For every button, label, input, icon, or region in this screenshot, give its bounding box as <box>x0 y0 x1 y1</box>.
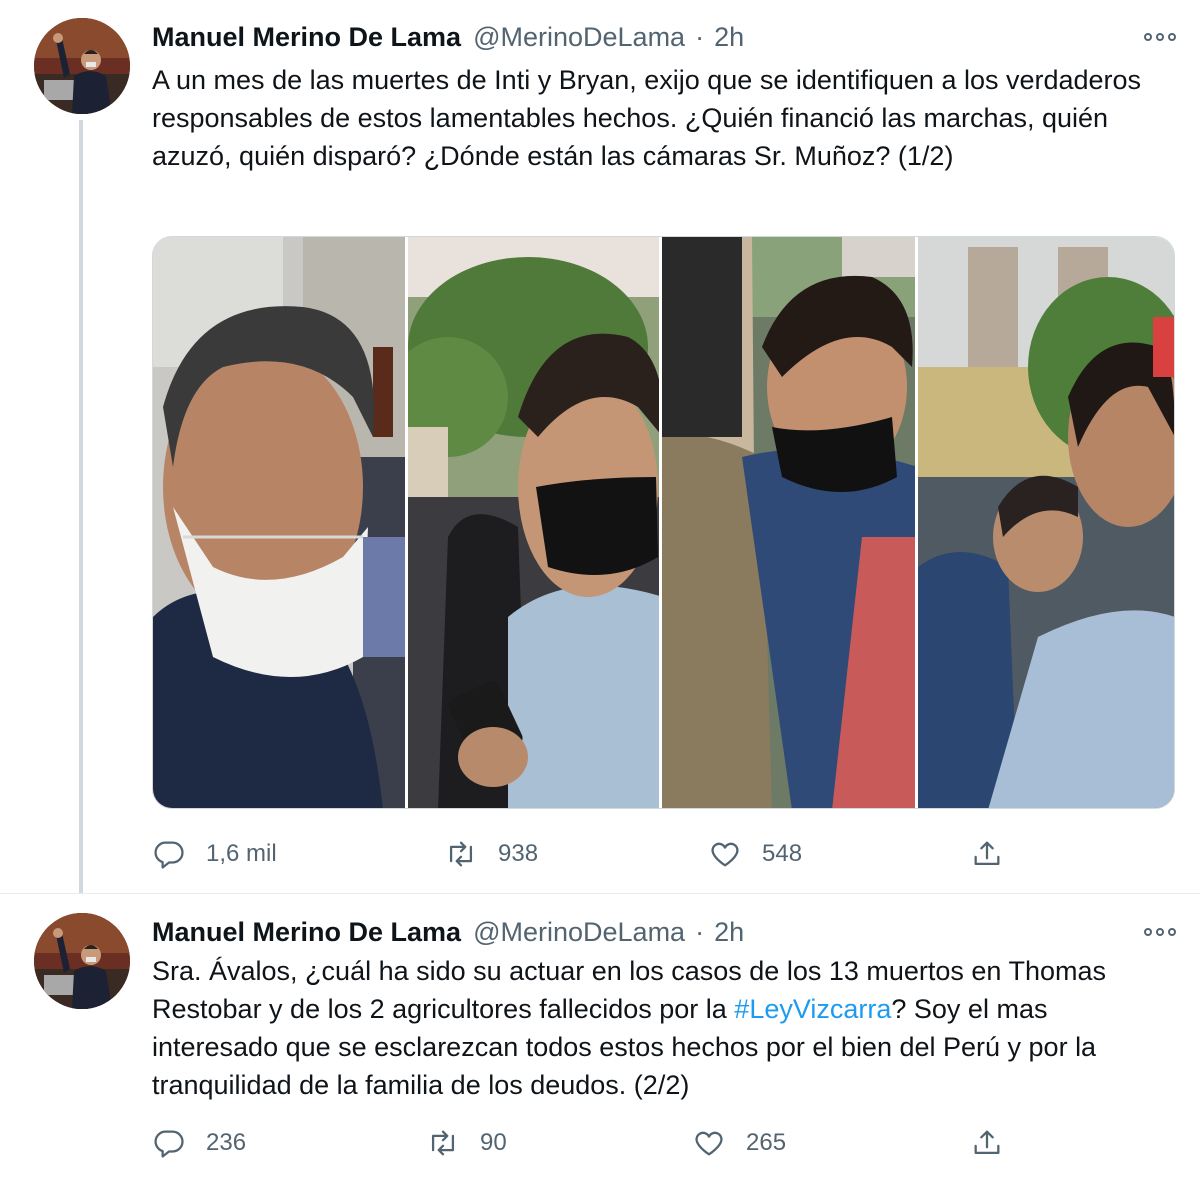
avatar-photo <box>34 18 130 114</box>
reply-button[interactable]: 1,6 mil <box>152 834 277 874</box>
reply-icon <box>154 841 184 869</box>
tweet-timestamp[interactable]: 2h <box>714 22 744 53</box>
reply-count: 236 <box>206 1129 247 1156</box>
thread-connector-line <box>79 120 83 893</box>
photo-man-white-mask <box>153 237 405 808</box>
media-photo-1[interactable] <box>153 237 408 808</box>
media-photo-2[interactable] <box>407 237 662 808</box>
share-button[interactable] <box>970 834 1004 874</box>
author-handle[interactable]: @MerinoDeLama <box>473 22 685 53</box>
tweet-2[interactable]: Manuel Merino De Lama @MerinoDeLama · 2h… <box>0 893 1200 1193</box>
tweet-actions: 236 90 265 <box>152 1123 1192 1163</box>
tweet-header: Manuel Merino De Lama @MerinoDeLama · 2h <box>152 22 744 56</box>
header-separator: · <box>695 22 705 52</box>
photo-man-black-mask <box>407 237 660 808</box>
retweet-button[interactable]: 938 <box>444 834 538 874</box>
tweet-media-grid[interactable] <box>152 236 1175 809</box>
retweet-button[interactable]: 90 <box>426 1123 507 1163</box>
photo-men-embrace <box>662 237 915 808</box>
share-button[interactable] <box>970 1123 1004 1163</box>
retweet-count: 938 <box>498 840 539 867</box>
tweet-actions: 1,6 mil 938 548 <box>152 834 1192 874</box>
like-count: 265 <box>746 1129 787 1156</box>
tweet-text: A un mes de las muertes de Inti y Bryan,… <box>152 65 1142 171</box>
media-photo-3[interactable] <box>662 237 918 808</box>
author-name[interactable]: Manuel Merino De Lama <box>152 22 461 53</box>
hashtag-link[interactable]: #LeyVizcarra <box>734 994 891 1024</box>
more-options-button[interactable] <box>1142 22 1178 52</box>
author-name[interactable]: Manuel Merino De Lama <box>152 917 461 948</box>
retweet-icon <box>449 841 473 867</box>
like-icon <box>695 1131 723 1156</box>
author-avatar[interactable] <box>34 913 130 1009</box>
like-button[interactable]: 548 <box>708 834 802 874</box>
avatar-photo <box>34 913 130 1009</box>
tweet-text: Sra. Ávalos, ¿cuál ha sido su actuar en … <box>152 952 1162 1104</box>
share-icon <box>974 841 1000 866</box>
author-handle[interactable]: @MerinoDeLama <box>473 917 685 948</box>
tweet-timestamp[interactable]: 2h <box>714 917 744 948</box>
reply-count: 1,6 mil <box>206 840 277 867</box>
like-count: 548 <box>762 840 803 867</box>
header-separator: · <box>695 917 705 947</box>
reply-button[interactable]: 236 <box>152 1123 246 1163</box>
media-photo-4[interactable] <box>917 237 1174 808</box>
like-button[interactable]: 265 <box>692 1123 786 1163</box>
tweet-1[interactable]: Manuel Merino De Lama @MerinoDeLama · 2h… <box>0 0 1200 893</box>
photo-plaza-crowd <box>917 237 1174 808</box>
retweet-count: 90 <box>480 1129 507 1156</box>
more-icon <box>1144 928 1176 936</box>
like-icon <box>711 842 739 867</box>
author-avatar[interactable] <box>34 18 130 114</box>
reply-icon <box>154 1130 184 1158</box>
tweet-header: Manuel Merino De Lama @MerinoDeLama · 2h <box>152 917 744 951</box>
retweet-icon <box>431 1130 455 1156</box>
more-options-button[interactable] <box>1142 917 1178 947</box>
share-icon <box>974 1130 1000 1155</box>
more-icon <box>1144 33 1176 41</box>
